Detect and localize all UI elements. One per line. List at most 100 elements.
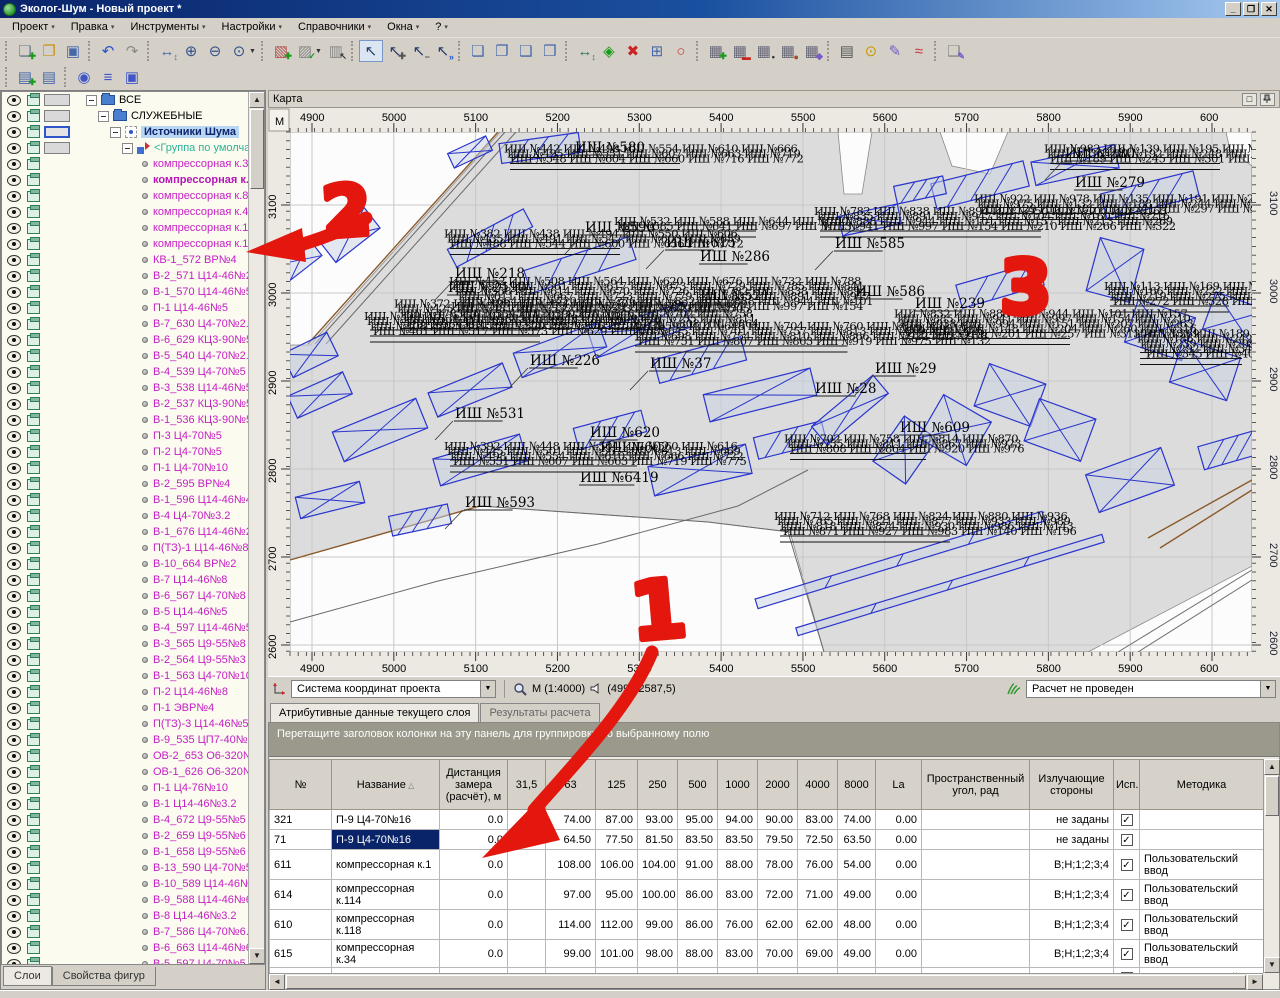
- tree-item-label[interactable]: В-9_588 Ц14-46№6.3: [153, 894, 261, 906]
- tree-row[interactable]: П-1 ЭВР№4: [2, 700, 248, 716]
- tree-item-label[interactable]: В-5 Ц14-46№5: [153, 606, 227, 618]
- print-icon[interactable]: [27, 559, 40, 570]
- zoom-in-button[interactable]: ⊕: [179, 40, 203, 62]
- select-button[interactable]: ↖: [359, 40, 383, 62]
- cell-band-500[interactable]: 86.00: [678, 910, 718, 940]
- column-header-1[interactable]: №: [270, 760, 332, 810]
- cell-used[interactable]: ✓: [1114, 880, 1140, 910]
- print-icon[interactable]: [27, 831, 40, 842]
- cell-band-8000[interactable]: 74.00: [838, 810, 876, 830]
- cell-band-31,5[interactable]: [508, 940, 546, 968]
- cell-band-2000[interactable]: 79.50: [758, 830, 798, 850]
- tree-row[interactable]: В-6_629 КЦ3-90№5: [2, 332, 248, 348]
- toolbar-grip[interactable]: [261, 41, 266, 61]
- toolbar-grip[interactable]: [934, 41, 939, 61]
- cell-name[interactable]: компрессорная к.114: [332, 880, 440, 910]
- tree-item-label[interactable]: П-3 Ц4-70№5: [153, 430, 222, 442]
- tree-item-label[interactable]: П(ТЗ)-1 Ц14-46№8: [153, 542, 249, 554]
- print-icon[interactable]: [27, 335, 40, 346]
- tree-item-label[interactable]: В-6_663 Ц14-46№6.3: [153, 942, 261, 954]
- cell-method[interactable]: [1140, 830, 1264, 850]
- menu-tools[interactable]: Инструменты▾: [122, 19, 213, 36]
- tree-item-label[interactable]: В-3_565 Ц9-55№8: [153, 638, 246, 650]
- print-icon[interactable]: [27, 879, 40, 890]
- print-icon[interactable]: [27, 399, 40, 410]
- tree-item-label[interactable]: ВСЕ: [119, 94, 141, 106]
- cell-band-1000[interactable]: 94.00: [718, 810, 758, 830]
- visibility-eye-icon[interactable]: [7, 143, 21, 154]
- cell-method[interactable]: Пользовательский ввод: [1140, 910, 1264, 940]
- toolbar-grip[interactable]: [147, 41, 152, 61]
- tree-row[interactable]: В-2_659 Ц9-55№6: [2, 828, 248, 844]
- column-header-9[interactable]: 1000: [718, 760, 758, 810]
- cell-sides[interactable]: В;Н;1;2;3;4: [1030, 910, 1114, 940]
- toolbar-grip[interactable]: [88, 41, 93, 61]
- tree-item-label[interactable]: компрессорная к.1: [153, 222, 248, 234]
- cell-sides[interactable]: не заданы: [1030, 810, 1114, 830]
- tree-item-label[interactable]: В-4_672 Ц9-55№5: [153, 814, 246, 826]
- tree-item-label[interactable]: П-2 Ц4-70№5: [153, 446, 222, 458]
- column-header-3[interactable]: Дистанция замера (расчёт), м: [440, 760, 508, 810]
- tree-scrollbar[interactable]: ▲ ▼: [248, 92, 264, 964]
- checkbox-icon[interactable]: ✓: [1121, 948, 1133, 960]
- cell-id[interactable]: 610: [270, 910, 332, 940]
- print-icon[interactable]: [27, 191, 40, 202]
- cell-band-250[interactable]: 93.00: [638, 810, 678, 830]
- column-header-14[interactable]: Пространственный угол, рад: [922, 760, 1030, 810]
- cell-sides[interactable]: не заданы: [1030, 830, 1114, 850]
- tree-row[interactable]: В-7_630 Ц4-70№2.5: [2, 316, 248, 332]
- cell-band-8000[interactable]: 48.00: [838, 910, 876, 940]
- column-header-10[interactable]: 2000: [758, 760, 798, 810]
- cell-name[interactable]: компрессорная к.118: [332, 910, 440, 940]
- cell-band-La[interactable]: 0.00: [876, 910, 922, 940]
- checkbox-icon[interactable]: ✓: [1121, 859, 1133, 871]
- tree-scroll-up[interactable]: ▲: [249, 92, 265, 108]
- tab-attributes[interactable]: Атрибутивные данные текущего слоя: [270, 703, 479, 722]
- tree-row[interactable]: КВ-1_572 ВР№4: [2, 252, 248, 268]
- tree-row[interactable]: В-3_538 Ц14-46№5: [2, 380, 248, 396]
- cell-used[interactable]: ✓: [1114, 910, 1140, 940]
- print-button[interactable]: ▤: [835, 40, 859, 62]
- visibility-eye-icon[interactable]: [7, 287, 21, 298]
- tree-item-label[interactable]: компрессорная к....: [153, 174, 258, 186]
- checkbox-icon[interactable]: ✓: [1121, 834, 1133, 846]
- tree-row[interactable]: В-2_564 Ц9-55№3: [2, 652, 248, 668]
- cell-band-125[interactable]: 95.00: [596, 880, 638, 910]
- cell-band-250[interactable]: 81.50: [638, 830, 678, 850]
- tree-row[interactable]: П-1 Ц14-46№5: [2, 300, 248, 316]
- undo-button[interactable]: ↶: [96, 40, 120, 62]
- line-source-button[interactable]: ≡: [96, 66, 120, 88]
- snap-button[interactable]: ◈: [597, 40, 621, 62]
- visibility-eye-icon[interactable]: [7, 207, 21, 218]
- cell-band-500[interactable]: 83.50: [678, 830, 718, 850]
- print-icon[interactable]: [27, 943, 40, 954]
- visibility-eye-icon[interactable]: [7, 607, 21, 618]
- tree-item-label[interactable]: В-2_564 Ц9-55№3: [153, 654, 246, 666]
- cell-band-1000[interactable]: 83.00: [718, 880, 758, 910]
- visibility-eye-icon[interactable]: [7, 367, 21, 378]
- cell-id[interactable]: 71: [270, 830, 332, 850]
- layer-color-swatch[interactable]: [44, 142, 70, 154]
- print-icon[interactable]: [27, 479, 40, 490]
- tree-item-label[interactable]: компрессорная к.49: [153, 206, 254, 218]
- print-icon[interactable]: [27, 607, 40, 618]
- print-icon[interactable]: [27, 895, 40, 906]
- cell-method[interactable]: Пользовательский ввод: [1140, 940, 1264, 968]
- area-source-button[interactable]: ▣: [120, 66, 144, 88]
- visibility-eye-icon[interactable]: [7, 335, 21, 346]
- tree-item-label[interactable]: П-1 ЭВР№4: [153, 702, 214, 714]
- cell-band-4000[interactable]: 72.50: [798, 830, 838, 850]
- tree-item-label[interactable]: В-1_676 Ц14-46№2.5: [153, 526, 261, 538]
- tab-calc-results[interactable]: Результаты расчета: [480, 703, 599, 722]
- tree-item-label[interactable]: В-2_659 Ц9-55№6: [153, 830, 246, 842]
- print-icon[interactable]: [27, 623, 40, 634]
- send-back-button[interactable]: ❐: [490, 40, 514, 62]
- cell-band-2000[interactable]: 90.00: [758, 810, 798, 830]
- cell-band-63[interactable]: 114.00: [546, 910, 596, 940]
- cell-name[interactable]: П-9 Ц4-70№16: [332, 830, 440, 850]
- print-icon[interactable]: [27, 303, 40, 314]
- print-icon[interactable]: [27, 159, 40, 170]
- tree-item-label[interactable]: В-1 Ц14-46№3.2: [153, 798, 237, 810]
- cell-band-4000[interactable]: 83.00: [798, 810, 838, 830]
- tree-item-label[interactable]: В-1_563 Ц4-70№10: [153, 670, 252, 682]
